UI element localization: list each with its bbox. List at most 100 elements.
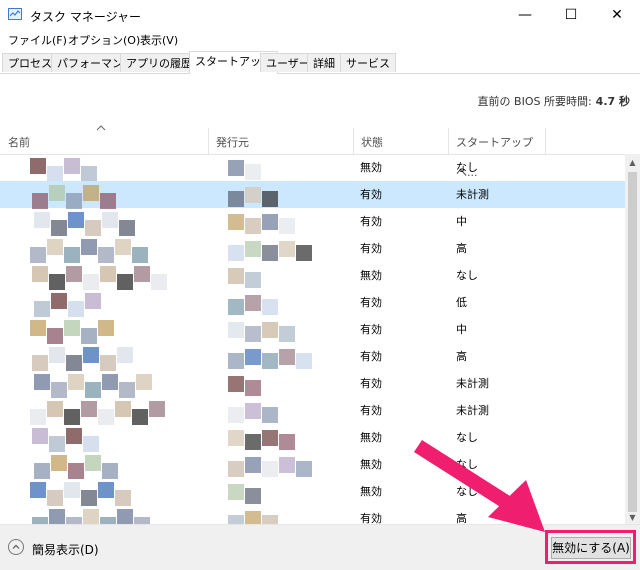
pixel-block [132,409,148,425]
scroll-up-icon[interactable]: ▲ [625,154,640,171]
pixel-block [262,245,278,261]
menu-options[interactable]: オプション(O) [68,32,140,48]
status-cell: 無効 [360,161,382,174]
menu-bar: ファイル(F) オプション(O) 表示(V) [0,30,640,50]
bios-time-label: 直前の BIOS 所要時間: [477,95,592,108]
menu-view[interactable]: 表示(V) [140,32,178,48]
status-cell: 有効 [360,404,382,417]
pixel-block [30,320,46,336]
close-button[interactable]: ✕ [594,0,640,30]
pixel-block [32,517,48,524]
pixel-block [85,382,101,398]
pixel-block [47,328,63,344]
pixel-block [134,517,150,524]
table-row[interactable]: 有効 高 [0,505,625,524]
pixel-block [100,355,116,371]
pixel-block [279,457,295,473]
pixel-block [134,266,150,282]
pixel-block [228,160,244,176]
table-row[interactable]: 無効 なし [0,424,625,452]
status-cell: 有効 [360,323,382,336]
app-name-obscured [30,212,200,236]
pixel-block [34,212,50,228]
fewer-details-label: 簡易表示(D) [32,543,99,557]
maximize-button[interactable]: ☐ [548,0,594,30]
column-name[interactable]: 名前 [0,128,208,154]
tab-details[interactable]: 詳細 [307,53,341,72]
pixel-block [98,409,114,425]
pixel-block [262,353,278,369]
scroll-down-icon[interactable]: ▼ [625,512,640,524]
pixel-block [245,241,261,257]
impact-cell: なし [456,485,478,498]
pixel-block [100,517,116,524]
menu-file[interactable]: ファイル(F) [8,32,67,48]
tab-services[interactable]: サービス [340,53,396,72]
pixel-block [32,193,48,209]
table-row[interactable]: 有効 未計測 [0,397,625,425]
pixel-block [245,511,261,524]
pixel-block [262,407,278,423]
pixel-block [136,374,152,390]
pixel-block [245,187,261,203]
status-cell: 有効 [360,377,382,390]
pixel-block [245,295,261,311]
highlight-box [545,530,636,564]
scrollbar-thumb[interactable] [628,172,637,512]
minimize-button[interactable]: — [502,0,548,30]
pixel-block [83,347,99,363]
pixel-block [228,191,244,207]
pixel-block [119,220,135,236]
table-row[interactable]: 無効 なし [0,451,625,479]
pixel-block [245,488,261,504]
column-publisher[interactable]: 発行元 [208,128,353,154]
pixel-block [32,355,48,371]
tab-processes[interactable]: プロセス [2,53,58,72]
pixel-block [64,247,80,263]
pixel-block [34,463,50,479]
status-cell: 有効 [360,512,382,524]
impact-cell: 高 [456,350,467,363]
pixel-block [98,320,114,336]
table-row[interactable]: 無効 なし [0,154,625,182]
vertical-scrollbar[interactable]: ▲ ▼ [625,154,640,524]
tab-app-history[interactable]: アプリの履歴 [120,53,198,72]
impact-cell: なし [456,431,478,444]
pixel-block [245,403,261,419]
pixel-block [51,220,67,236]
pixel-block [68,212,84,228]
pixel-block [49,347,65,363]
pixel-block [279,326,295,342]
table-row[interactable]: 有効 中 [0,208,625,236]
pixel-block [228,461,244,477]
impact-cell: 低 [456,296,467,309]
pixel-block [34,301,50,317]
pixel-block [66,517,82,524]
table-row[interactable]: 無効 なし [0,478,625,506]
pixel-block [100,266,116,282]
publisher-obscured [212,239,347,261]
pixel-block [81,166,97,182]
pixel-block [66,193,82,209]
pixel-block [296,245,312,261]
pixel-block [228,376,244,392]
table-row[interactable]: 有効 未計測 [0,370,625,398]
pixel-block [68,301,84,317]
table-row[interactable]: 無効 なし [0,262,625,290]
column-status[interactable]: 状態 [353,128,448,154]
pixel-block [98,482,114,498]
table-row[interactable]: 有効 高 [0,235,625,263]
status-cell: 無効 [360,485,382,498]
pixel-block [32,428,48,444]
table-row[interactable]: 有効 低 [0,289,625,317]
pixel-block [228,353,244,369]
table-row[interactable]: 有効 未計測 [0,181,625,209]
pixel-block [245,457,261,473]
pixel-block [49,436,65,452]
column-startup-impact[interactable]: スタートアップへ... [448,128,545,179]
pixel-block [117,347,133,363]
table-row[interactable]: 有効 中 [0,316,625,344]
title-bar: タスク マネージャー — ☐ ✕ [0,0,640,30]
bios-time-value: 4.7 秒 [595,95,630,108]
table-row[interactable]: 有効 高 [0,343,625,371]
